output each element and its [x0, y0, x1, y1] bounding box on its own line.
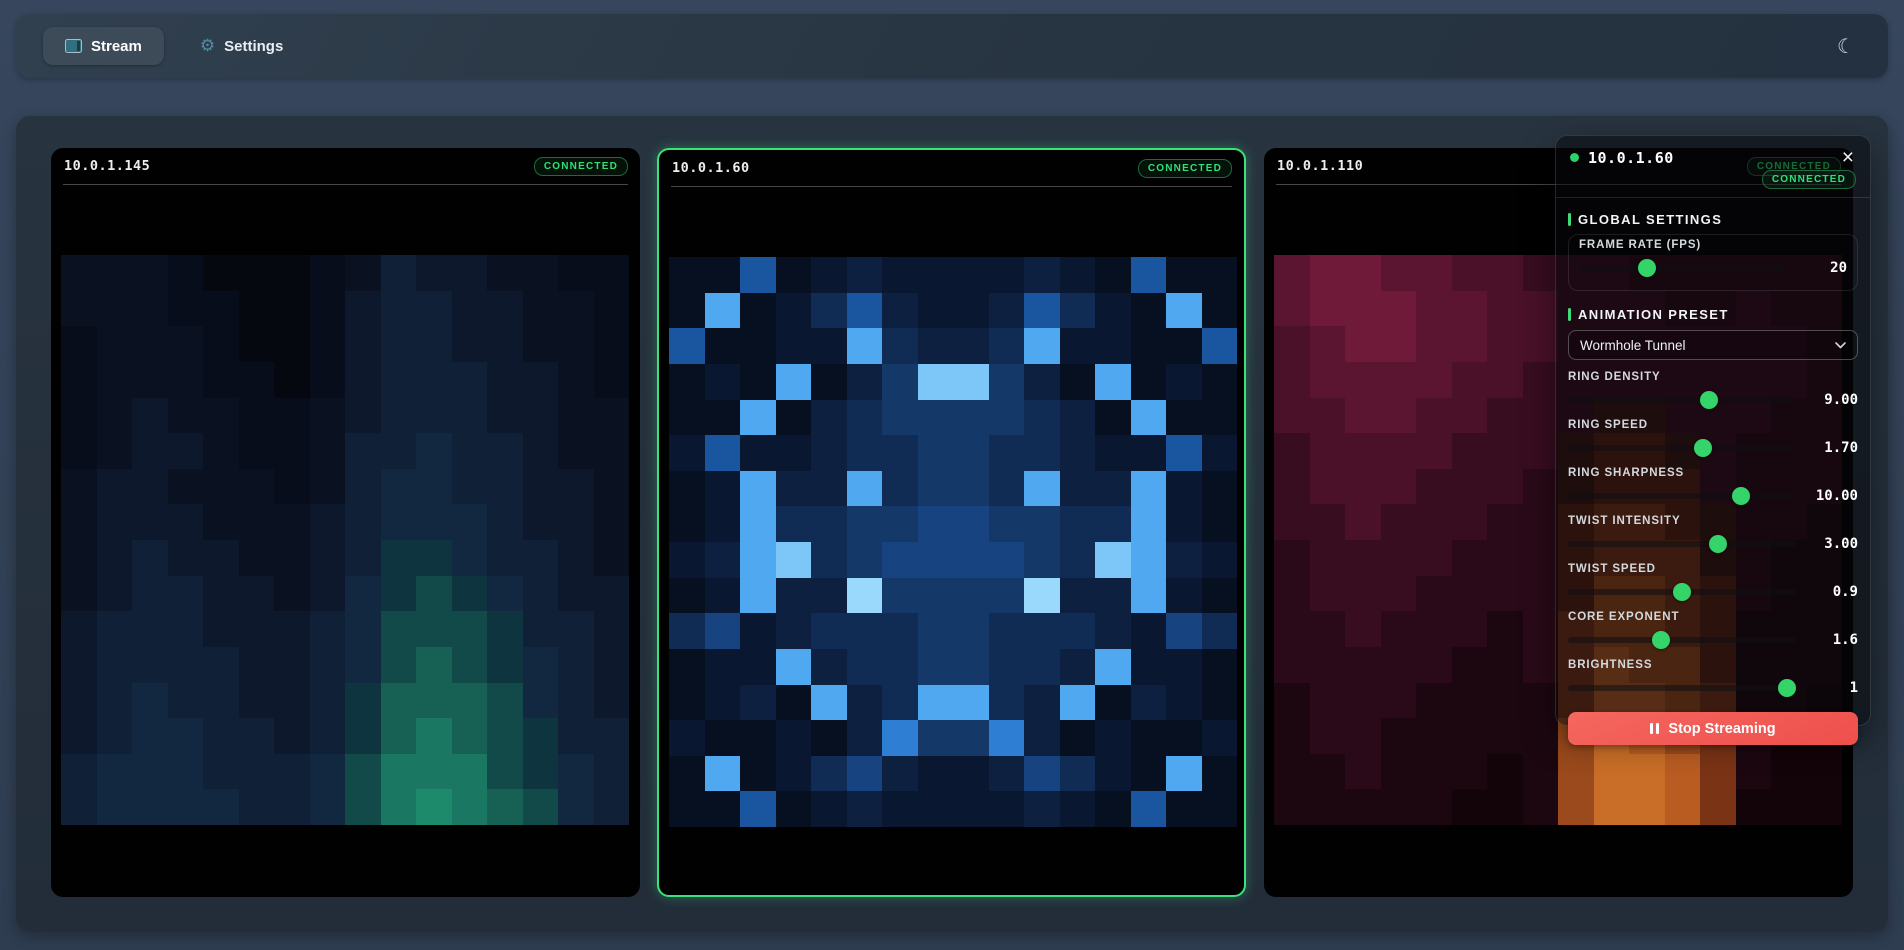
tab-settings-label: Settings: [224, 38, 283, 55]
slider-group: RING DENSITY 9.00: [1568, 371, 1858, 410]
frame-rate-label: FRAME RATE (FPS): [1579, 239, 1847, 251]
frame-rate-value: 20: [1795, 260, 1847, 276]
slider-thumb[interactable]: [1638, 259, 1656, 277]
stop-streaming-label: Stop Streaming: [1668, 721, 1775, 737]
slider-thumb[interactable]: [1652, 631, 1670, 649]
slider-label: RING SPEED: [1568, 419, 1858, 431]
slider-label: CORE EXPONENT: [1568, 611, 1858, 623]
card-header: 10.0.1.60 CONNECTED: [671, 150, 1232, 187]
slider-group: TWIST SPEED 0.9: [1568, 563, 1858, 602]
stream-grid: 10.0.1.145CONNECTED10.0.1.60CONNECTED10.…: [16, 116, 1888, 932]
slider-track[interactable]: [1568, 445, 1796, 451]
slider-group: CORE EXPONENT 1.6: [1568, 611, 1858, 650]
panel-title: 10.0.1.60: [1588, 149, 1674, 167]
slider-value: 1: [1806, 680, 1858, 696]
slider-label: TWIST INTENSITY: [1568, 515, 1858, 527]
slider-value: 3.00: [1806, 536, 1858, 552]
device-ip: 10.0.1.145: [63, 158, 150, 174]
tab-stream[interactable]: Stream: [43, 27, 164, 65]
slider-row: 1.70: [1568, 438, 1858, 458]
slider-track[interactable]: [1568, 637, 1796, 643]
slider-group: BRIGHTNESS 1: [1568, 659, 1858, 698]
device-settings-panel: 10.0.1.60 × CONNECTED GLOBAL SETTINGS FR…: [1555, 135, 1871, 726]
topbar: Stream ⚙ Settings ☾: [16, 14, 1888, 78]
slider-thumb[interactable]: [1700, 391, 1718, 409]
close-icon: ×: [1842, 146, 1854, 169]
stream-card-10.0.1.60[interactable]: 10.0.1.60 CONNECTED: [657, 148, 1246, 897]
card-header: 10.0.1.145 CONNECTED: [63, 148, 628, 185]
slider-row: 1.6: [1568, 630, 1858, 650]
panel-header: 10.0.1.60 ×: [1556, 136, 1870, 168]
led-matrix: [669, 257, 1237, 827]
slider-row: 1: [1568, 678, 1858, 698]
slider-label: RING SHARPNESS: [1568, 467, 1858, 479]
slider-row: 0.9: [1568, 582, 1858, 602]
frame-rate-group: FRAME RATE (FPS) 20: [1568, 234, 1858, 291]
slider-group: RING SPEED 1.70: [1568, 419, 1858, 458]
chevron-down-icon: [1835, 342, 1846, 349]
slider-track[interactable]: [1568, 685, 1796, 691]
preset-selected-value: Wormhole Tunnel: [1580, 338, 1686, 353]
tab-stream-label: Stream: [91, 38, 142, 55]
slider-value: 10.00: [1806, 488, 1858, 504]
panel-body: GLOBAL SETTINGS FRAME RATE (FPS) 20 ANIM…: [1556, 198, 1870, 757]
stop-streaming-button[interactable]: Stop Streaming: [1568, 712, 1858, 745]
slider-thumb[interactable]: [1778, 679, 1796, 697]
slider-track[interactable]: [1579, 265, 1785, 271]
section-global-settings: GLOBAL SETTINGS: [1568, 212, 1858, 227]
animation-preset-select[interactable]: Wormhole Tunnel: [1568, 330, 1858, 360]
moon-icon: ☾: [1837, 34, 1855, 58]
slider-row: 3.00: [1568, 534, 1858, 554]
status-badge: CONNECTED: [534, 157, 628, 176]
preset-parameter-sliders: RING DENSITY 9.00 RING SPEED 1.70 RING SHARP…: [1568, 371, 1858, 698]
gear-icon: ⚙: [200, 38, 215, 55]
slider-label: TWIST SPEED: [1568, 563, 1858, 575]
close-button[interactable]: ×: [1840, 147, 1856, 168]
slider-value: 1.6: [1806, 632, 1858, 648]
section-accent-bar: [1568, 213, 1571, 226]
section-accent-bar: [1568, 308, 1571, 321]
slider-thumb[interactable]: [1673, 583, 1691, 601]
tab-settings[interactable]: ⚙ Settings: [178, 27, 305, 65]
monitor-icon: [65, 39, 82, 53]
device-ip: 10.0.1.110: [1276, 158, 1363, 174]
slider-track[interactable]: [1568, 541, 1796, 547]
slider-thumb[interactable]: [1732, 487, 1750, 505]
slider-thumb[interactable]: [1709, 535, 1727, 553]
slider-row: 9.00: [1568, 390, 1858, 410]
slider-thumb[interactable]: [1694, 439, 1712, 457]
status-badge: CONNECTED: [1138, 159, 1232, 178]
slider-group: TWIST INTENSITY 3.00: [1568, 515, 1858, 554]
slider-value: 9.00: [1806, 392, 1858, 408]
status-dot: [1570, 153, 1579, 162]
slider-track[interactable]: [1568, 397, 1796, 403]
pause-icon: [1650, 723, 1659, 734]
status-badge: CONNECTED: [1762, 170, 1856, 189]
led-matrix: [61, 255, 629, 825]
stream-card-10.0.1.145[interactable]: 10.0.1.145 CONNECTED: [51, 148, 640, 897]
theme-toggle-button[interactable]: ☾: [1828, 28, 1864, 64]
slider-label: BRIGHTNESS: [1568, 659, 1858, 671]
slider-row: 10.00: [1568, 486, 1858, 506]
slider-group: RING SHARPNESS 10.00: [1568, 467, 1858, 506]
slider-track[interactable]: [1568, 589, 1796, 595]
section-animation-preset: ANIMATION PRESET: [1568, 307, 1858, 322]
slider-value: 0.9: [1806, 584, 1858, 600]
nav-tabs: Stream ⚙ Settings: [43, 27, 305, 65]
panel-badge-row: CONNECTED: [1556, 168, 1870, 189]
frame-rate-slider-row: 20: [1579, 258, 1847, 278]
slider-label: RING DENSITY: [1568, 371, 1858, 383]
device-ip: 10.0.1.60: [671, 160, 750, 176]
slider-track[interactable]: [1568, 493, 1796, 499]
slider-value: 1.70: [1806, 440, 1858, 456]
